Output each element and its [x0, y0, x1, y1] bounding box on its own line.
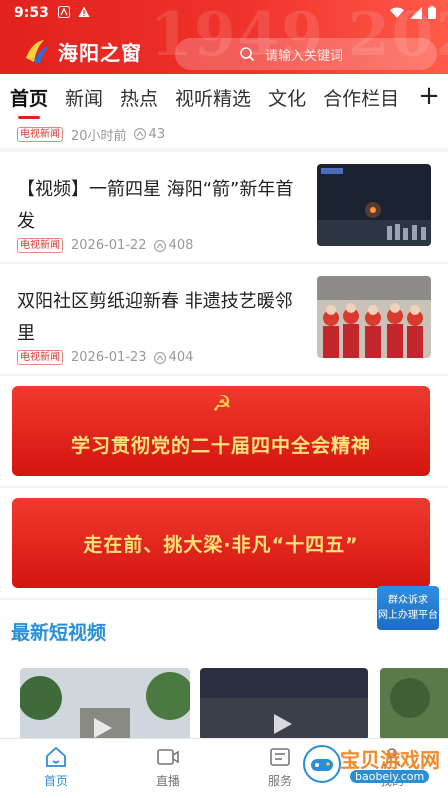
- font-notification-icon: [58, 6, 70, 18]
- nav-live[interactable]: 直播: [112, 739, 224, 798]
- tab-partner[interactable]: 合作栏目: [323, 84, 399, 111]
- party-banner: ☭ 学习贯彻党的二十届四中全会精神: [12, 386, 430, 476]
- news-meta: 电视新闻 2026-01-22 408: [17, 238, 193, 253]
- publish-time: 20小时前: [71, 128, 127, 144]
- papercut-event-thumbnail: [317, 276, 431, 358]
- watermark-title: 宝贝游戏网: [340, 748, 440, 772]
- citizen-appeal-button[interactable]: 群众诉求 网上办理平台: [377, 586, 439, 630]
- news-item[interactable]: 双阳社区剪纸迎新春 非遗技艺暖邻里 电视新闻 2026-01-23 404: [0, 264, 448, 374]
- tab-video-picks[interactable]: 视听精选: [175, 84, 251, 111]
- video-thumbnail: [200, 668, 368, 738]
- brand-logo-icon: [26, 40, 49, 64]
- status-system-icons: [390, 6, 436, 19]
- party-emblem-icon: ☭: [212, 392, 232, 417]
- app-name: 海阳之窗: [58, 40, 142, 65]
- partial-news-meta[interactable]: 电视新闻 20小时前 43: [0, 120, 448, 148]
- channel-tabs: 首页 新闻 热点 视听精选 文化 合作栏目 首 +: [0, 74, 448, 120]
- banner-item[interactable]: ☭ 学习贯彻党的二十届四中全会精神: [0, 376, 448, 486]
- badge-line-2: 网上办理平台: [378, 610, 438, 621]
- service-icon: [270, 748, 290, 766]
- video-card[interactable]: [380, 668, 448, 738]
- gamepad-icon: [303, 745, 341, 783]
- view-count: 43: [148, 126, 166, 142]
- warning-icon: [78, 6, 90, 17]
- nav-home[interactable]: 首页: [0, 739, 112, 798]
- signal-icon: [410, 6, 422, 19]
- short-video-strip: [0, 660, 448, 738]
- view-count: 408: [168, 238, 194, 253]
- section-title: 最新短视频: [11, 622, 107, 644]
- view-count: 404: [168, 350, 194, 365]
- tab-home[interactable]: 首页: [10, 84, 48, 119]
- nav-label: 直播: [155, 774, 180, 788]
- news-meta: 电视新闻 2026-01-23 404: [17, 350, 193, 365]
- video-card[interactable]: [200, 668, 368, 738]
- home-icon: [46, 746, 66, 767]
- search-icon: [240, 47, 255, 62]
- rocket-launch-thumbnail: [317, 164, 431, 246]
- views-icon: [153, 351, 166, 364]
- status-bar: 9:53: [0, 0, 448, 28]
- brand: 海阳之窗: [22, 36, 142, 66]
- category-tag: 电视新闻: [17, 350, 63, 365]
- category-tag: 电视新闻: [17, 126, 63, 142]
- category-tag: 电视新闻: [17, 238, 63, 253]
- video-camera-icon: [157, 749, 179, 765]
- status-time: 9:53: [14, 5, 49, 21]
- news-title: 双阳社区剪纸迎新春 非遗技艺暖邻里: [17, 291, 293, 344]
- wifi-icon: [390, 7, 404, 18]
- publish-date: 2026-01-23: [71, 350, 147, 365]
- add-channel-button[interactable]: +: [416, 82, 442, 110]
- banner-item[interactable]: 走在前、挑大梁·非凡“十四五”: [0, 488, 448, 598]
- news-title: 【视频】一箭四星 海阳“箭”新年首发: [17, 179, 294, 232]
- status-notification-icons: [58, 6, 90, 18]
- badge-line-1: 群众诉求: [388, 595, 428, 606]
- video-card[interactable]: [20, 668, 190, 738]
- news-item[interactable]: 【视频】一箭四星 海阳“箭”新年首发 电视新闻 2026-01-22 408: [0, 152, 448, 262]
- site-watermark: 宝贝游戏网 baobeiy.com: [300, 740, 440, 790]
- app-header: 1949 2024 9:53 海阳之窗 请输入关键词: [0, 0, 448, 74]
- tab-news[interactable]: 新闻: [65, 84, 103, 111]
- watermark-url: baobeiy.com: [350, 770, 430, 783]
- tab-hot[interactable]: 热点: [120, 84, 158, 111]
- tab-culture[interactable]: 文化: [268, 84, 306, 111]
- search-bar[interactable]: 请输入关键词: [175, 38, 437, 70]
- publish-date: 2026-01-22: [71, 238, 147, 253]
- views-icon: [133, 127, 146, 141]
- news-feed: 电视新闻 20小时前 43 【视频】一箭四星 海阳“箭”新年首发 电视新闻 20…: [0, 120, 448, 662]
- views-icon: [153, 239, 166, 252]
- search-placeholder: 请输入关键词: [265, 48, 344, 64]
- video-thumbnail: [20, 668, 190, 738]
- five-year-plan-banner: 走在前、挑大梁·非凡“十四五”: [12, 498, 430, 588]
- video-thumbnail: [380, 668, 448, 738]
- banner-text: 学习贯彻党的二十届四中全会精神: [70, 434, 371, 457]
- nav-label: 首页: [43, 774, 68, 788]
- banner-text: 走在前、挑大梁·非凡“十四五”: [83, 533, 359, 556]
- battery-icon: [428, 6, 436, 19]
